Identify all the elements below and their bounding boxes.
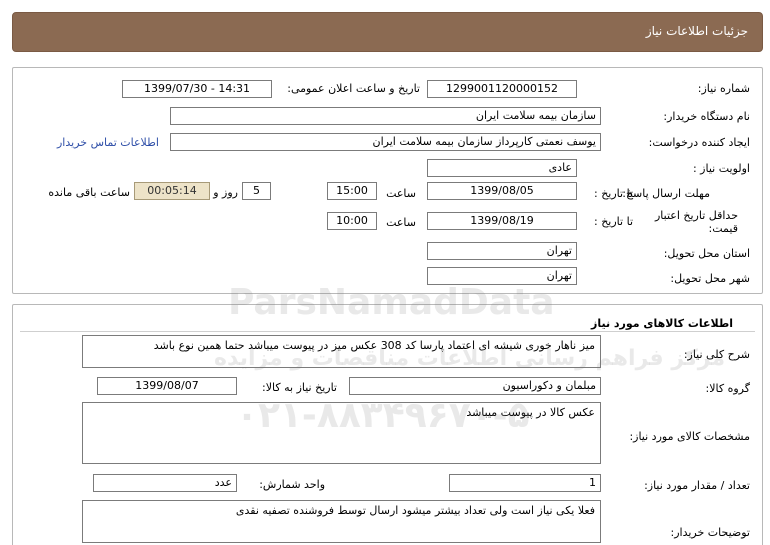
announce-label: تاریخ و ساعت اعلان عمومی: (287, 82, 420, 95)
deadline-to-date-label: تا تاریخ : (594, 187, 633, 200)
goods-section-title: اطلاعات کالاهای مورد نیاز (591, 317, 733, 330)
need-info-panel (12, 67, 763, 294)
page-header: جزئیات اطلاعات نیاز (12, 12, 763, 52)
goods-spec-label: مشخصات کالای مورد نیاز: (629, 430, 750, 443)
days-field: 5 (242, 182, 271, 200)
need-description-label: شرح کلی نیاز: (683, 348, 750, 361)
goods-spec-field: عکس کالا در پیوست میباشد (82, 402, 601, 464)
deadline-time-field: 15:00 (327, 182, 377, 200)
validity-time-field: 10:00 (327, 212, 377, 230)
requester-label: ایجاد کننده درخواست: (648, 136, 750, 149)
days-label: روز و (213, 186, 238, 199)
page-title: جزئیات اطلاعات نیاز (645, 24, 748, 38)
buyer-org-field: سازمان بیمه سلامت ایران (170, 107, 601, 125)
need-description-field: میز ناهار خوری شیشه ای اعتماد پارسا کد 3… (82, 335, 601, 368)
buyer-notes-field: فعلا یکی نیاز است ولی تعداد بیشتر میشود … (82, 500, 601, 543)
validity-to-date-label: تا تاریخ : (594, 215, 633, 228)
province-field: تهران (427, 242, 577, 260)
need-number-field: 1299001120000152 (427, 80, 577, 98)
goods-section-divider (20, 331, 755, 332)
priority-label: اولویت نیاز : (692, 162, 750, 175)
validity-time-label: ساعت (386, 216, 416, 229)
requester-field: یوسف نعمتی کارپرداز سازمان بیمه سلامت ای… (170, 133, 601, 151)
deadline-label: مهلت ارسال پاسخ: (622, 187, 710, 200)
need-date-label: تاریخ نیاز به کالا: (262, 381, 337, 394)
unit-field: عدد (93, 474, 237, 492)
buyer-notes-label: توضیحات خریدار: (670, 526, 751, 539)
goods-group-label: گروه کالا: (705, 382, 750, 395)
goods-group-field: مبلمان و دکوراسیون (349, 377, 601, 395)
quantity-field: 1 (449, 474, 601, 492)
buyer-contact-link[interactable]: اطلاعات تماس خریدار (57, 136, 159, 149)
city-field: تهران (427, 267, 577, 285)
priority-field: عادی (427, 159, 577, 177)
city-label: شهر محل تحویل: (670, 272, 750, 285)
unit-label: واحد شمارش: (259, 478, 325, 491)
remaining-label: ساعت باقی مانده (48, 186, 130, 199)
deadline-date-field: 1399/08/05 (427, 182, 577, 200)
validity-date-field: 1399/08/19 (427, 212, 577, 230)
need-date-field: 1399/08/07 (97, 377, 237, 395)
validity-label: حداقل تاریخ اعتبار قیمت: (654, 209, 738, 235)
remaining-time-field: 00:05:14 (134, 182, 210, 200)
buyer-org-label: نام دستگاه خریدار: (663, 110, 750, 123)
province-label: استان محل تحویل: (663, 247, 750, 260)
need-number-label: شماره نیاز: (697, 82, 750, 95)
deadline-time-label: ساعت (386, 187, 416, 200)
announce-field: 1399/07/30 - 14:31 (122, 80, 272, 98)
quantity-label: تعداد / مقدار مورد نیاز: (644, 479, 750, 492)
